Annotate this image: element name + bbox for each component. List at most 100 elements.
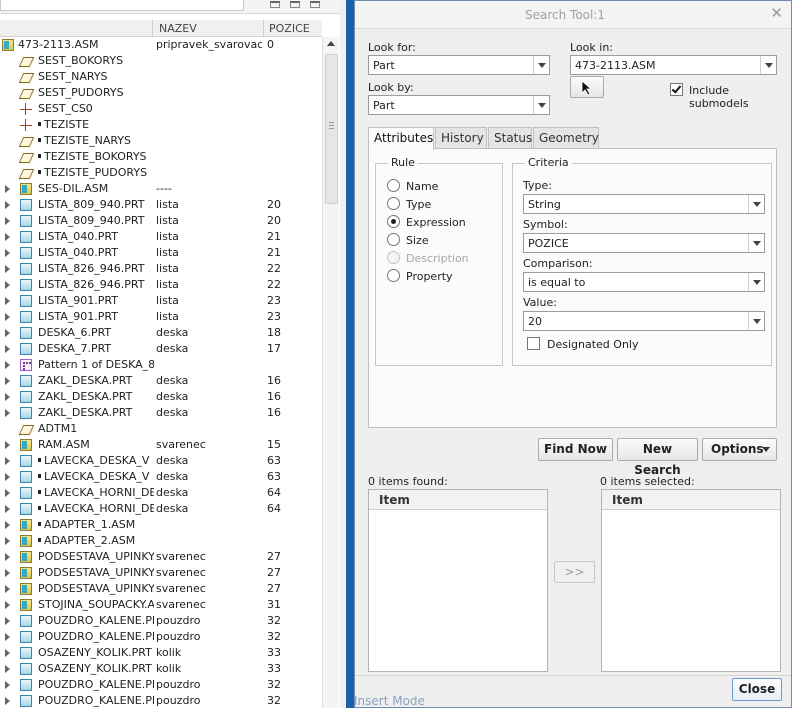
tree-row[interactable]: ZAKL_DESKA.PRT deska 16	[0, 389, 322, 405]
tree-row[interactable]: LAVECKA_HORNI_DE deska 64	[0, 501, 322, 517]
transfer-button[interactable]: >>	[554, 561, 595, 583]
tree-row[interactable]: ZAKL_DESKA.PRT deska 16	[0, 405, 322, 421]
expand-arrow-icon[interactable]	[5, 633, 10, 641]
expand-arrow-icon[interactable]	[5, 617, 10, 625]
expand-arrow-icon[interactable]	[5, 569, 10, 577]
expand-arrow-icon[interactable]	[5, 681, 10, 689]
designated-only-checkbox[interactable]	[527, 337, 540, 350]
tree-row[interactable]: POUZDRO_KALENE.PRT pouzdro 32	[0, 693, 322, 708]
tab-history[interactable]: History	[435, 127, 487, 149]
criteria-type-select[interactable]: String	[523, 194, 765, 214]
tree-row[interactable]: LISTA_901.PRT lista 23	[0, 293, 322, 309]
expand-arrow-icon[interactable]	[5, 265, 10, 273]
tree-row[interactable]: TEZISTE_PUDORYS	[0, 165, 322, 181]
rule-radio-expression[interactable]	[387, 215, 400, 228]
tree-row[interactable]: PODSESTAVA_UPINKY. svarenec 27	[0, 549, 322, 565]
look-by-select[interactable]: Part	[368, 95, 550, 115]
rule-radio-size[interactable]	[387, 233, 400, 246]
tree-row[interactable]: SEST_BOKORYS	[0, 53, 322, 69]
expand-arrow-icon[interactable]	[5, 505, 10, 513]
rule-radio-type[interactable]	[387, 197, 400, 210]
tree-row[interactable]: TEZISTE_NARYS	[0, 133, 322, 149]
expand-arrow-icon[interactable]	[5, 553, 10, 561]
expand-arrow-icon[interactable]	[5, 409, 10, 417]
items-found-column-header[interactable]: Item	[369, 490, 547, 510]
rule-radio-name[interactable]	[387, 179, 400, 192]
look-in-select[interactable]: 473-2113.ASM	[570, 55, 777, 75]
expand-arrow-icon[interactable]	[5, 393, 10, 401]
tree-row[interactable]: LAVECKA_HORNI_DE deska 64	[0, 485, 322, 501]
tree-row[interactable]: ADAPTER_1.ASM	[0, 517, 322, 533]
criteria-value-field[interactable]: 20	[523, 311, 765, 331]
expand-arrow-icon[interactable]	[5, 457, 10, 465]
tree-row[interactable]: LISTA_040.PRT lista 21	[0, 245, 322, 261]
tree-row[interactable]: OSAZENY_KOLIK.PRT kolik 33	[0, 645, 322, 661]
select-model-button[interactable]	[570, 76, 604, 98]
expand-arrow-icon[interactable]	[5, 281, 10, 289]
items-selected-list[interactable]: Item	[601, 489, 781, 672]
tree-row[interactable]: LISTA_809_940.PRT lista 20	[0, 197, 322, 213]
include-submodels-checkbox[interactable]	[670, 83, 683, 96]
expand-arrow-icon[interactable]	[5, 329, 10, 337]
items-selected-column-header[interactable]: Item	[602, 490, 780, 510]
dialog-titlebar[interactable]: Search Tool:1 ✕	[355, 1, 791, 29]
close-button[interactable]: Close	[732, 678, 782, 701]
tree-row[interactable]: OSAZENY_KOLIK.PRT kolik 33	[0, 661, 322, 677]
options-button[interactable]: Options	[702, 438, 777, 461]
tree-show-icon[interactable]	[310, 1, 320, 8]
tree-row[interactable]: Pattern 1 of DESKA_8.P	[0, 357, 322, 373]
expand-arrow-icon[interactable]	[5, 217, 10, 225]
items-found-list[interactable]: Item	[368, 489, 548, 672]
expand-arrow-icon[interactable]	[5, 665, 10, 673]
tree-row[interactable]: TEZISTE	[0, 117, 322, 133]
expand-arrow-icon[interactable]	[5, 233, 10, 241]
column-header-pozice[interactable]: POZICE	[269, 22, 310, 35]
tree-columns-icon[interactable]	[290, 1, 300, 8]
expand-arrow-icon[interactable]	[5, 585, 10, 593]
tree-row[interactable]: PODSESTAVA_UPINKY. svarenec 27	[0, 565, 322, 581]
tab-geometry[interactable]: Geometry	[533, 127, 599, 149]
tree-row[interactable]: LISTA_826_946.PRT lista 22	[0, 261, 322, 277]
tree-scrollbar[interactable]	[322, 37, 339, 708]
new-search-button[interactable]: New Search	[617, 438, 698, 477]
tree-row[interactable]: DESKA_7.PRT deska 17	[0, 341, 322, 357]
tree-row[interactable]: PODSESTAVA_UPINKY. svarenec 27	[0, 581, 322, 597]
tree-row[interactable]: LISTA_809_940.PRT lista 20	[0, 213, 322, 229]
expand-arrow-icon[interactable]	[5, 601, 10, 609]
tab-attributes[interactable]: Attributes	[368, 127, 434, 150]
tree-row[interactable]: ZAKL_DESKA.PRT deska 16	[0, 373, 322, 389]
expand-arrow-icon[interactable]	[5, 489, 10, 497]
expand-arrow-icon[interactable]	[5, 537, 10, 545]
expand-arrow-icon[interactable]	[5, 313, 10, 321]
tree-row[interactable]: SEST_CS0	[0, 101, 322, 117]
expand-arrow-icon[interactable]	[5, 697, 10, 705]
close-icon[interactable]: ✕	[770, 6, 783, 21]
tree-row[interactable]: DESKA_6.PRT deska 18	[0, 325, 322, 341]
tree-row[interactable]: SEST_PUDORYS	[0, 85, 322, 101]
expand-arrow-icon[interactable]	[5, 377, 10, 385]
tree-row[interactable]: TEZISTE_BOKORYS	[0, 149, 322, 165]
tab-status[interactable]: Status	[488, 127, 532, 149]
expand-arrow-icon[interactable]	[5, 345, 10, 353]
tree-row[interactable]: RAM.ASM svarenec 15	[0, 437, 322, 453]
tree-row[interactable]: LISTA_826_946.PRT lista 22	[0, 277, 322, 293]
expand-arrow-icon[interactable]	[5, 249, 10, 257]
scroll-thumb[interactable]	[325, 54, 338, 204]
tree-row[interactable]: STOJINA_SOUPACKY.A svarenec 31	[0, 597, 322, 613]
expand-arrow-icon[interactable]	[5, 201, 10, 209]
expand-arrow-icon[interactable]	[5, 185, 10, 193]
find-now-button[interactable]: Find Now	[538, 438, 613, 461]
tree-filter-box[interactable]	[0, 0, 244, 11]
expand-arrow-icon[interactable]	[5, 521, 10, 529]
look-for-select[interactable]: Part	[368, 55, 550, 75]
scroll-up-icon[interactable]	[327, 41, 335, 46]
tree-row[interactable]: 473-2113.ASM pripravek_svarovaci 0	[0, 37, 322, 53]
tree-row[interactable]: LISTA_901.PRT lista 23	[0, 309, 322, 325]
tree-settings-icon[interactable]	[270, 1, 280, 8]
expand-arrow-icon[interactable]	[5, 649, 10, 657]
expand-arrow-icon[interactable]	[5, 441, 10, 449]
tree-row[interactable]: SES-DIL.ASM ----	[0, 181, 322, 197]
expand-arrow-icon[interactable]	[5, 361, 10, 369]
tree-row[interactable]: SEST_NARYS	[0, 69, 322, 85]
rule-radio-property[interactable]	[387, 269, 400, 282]
